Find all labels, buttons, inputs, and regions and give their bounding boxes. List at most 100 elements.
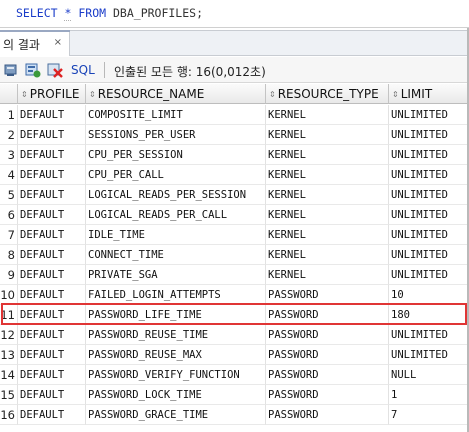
- table-row[interactable]: 4 DEFAULT CPU_PER_CALL KERNEL UNLIMITED: [0, 165, 469, 185]
- table-row[interactable]: 6 DEFAULT LOGICAL_READS_PER_CALL KERNEL UNLI…: [0, 205, 469, 225]
- cell-profile[interactable]: DEFAULT: [18, 285, 86, 305]
- cell-profile[interactable]: DEFAULT: [18, 325, 86, 345]
- cell-resource-name[interactable]: FAILED_LOGIN_ATTEMPTS: [86, 285, 266, 305]
- result-grid[interactable]: ⇕ PROFILE ⇕ RESOURCE_NAME ⇕ RESOURCE_TYPE ⇕…: [0, 84, 469, 432]
- table-row[interactable]: 3 DEFAULT CPU_PER_SESSION KERNEL UNLIMITED: [0, 145, 469, 165]
- table-row[interactable]: 16 DEFAULT PASSWORD_GRACE_TIME PASSWORD 7: [0, 405, 469, 425]
- row-number[interactable]: 1: [0, 105, 18, 125]
- cell-resource-type[interactable]: KERNEL: [266, 165, 389, 185]
- cell-resource-name[interactable]: LOGICAL_READS_PER_CALL: [86, 205, 266, 225]
- cell-resource-name[interactable]: CONNECT_TIME: [86, 245, 266, 265]
- column-header-resource-type[interactable]: ⇕ RESOURCE_TYPE: [266, 84, 389, 104]
- cell-resource-name[interactable]: PRIVATE_SGA: [86, 265, 266, 285]
- cell-resource-type[interactable]: KERNEL: [266, 145, 389, 165]
- sql-editor[interactable]: SELECT * FROM DBA_PROFILES;: [0, 0, 469, 28]
- cell-resource-type[interactable]: KERNEL: [266, 245, 389, 265]
- row-number[interactable]: 7: [0, 225, 18, 245]
- cell-profile[interactable]: DEFAULT: [18, 165, 86, 185]
- cell-resource-name[interactable]: COMPOSITE_LIMIT: [86, 105, 266, 125]
- cell-limit[interactable]: UNLIMITED: [389, 105, 469, 125]
- table-row[interactable]: 2 DEFAULT SESSIONS_PER_USER KERNEL UNLIMITED: [0, 125, 469, 145]
- row-number[interactable]: 14: [0, 365, 18, 385]
- cell-resource-name[interactable]: PASSWORD_GRACE_TIME: [86, 405, 266, 425]
- cell-limit[interactable]: UNLIMITED: [389, 345, 469, 365]
- close-icon[interactable]: ×: [54, 37, 62, 48]
- cell-profile[interactable]: DEFAULT: [18, 105, 86, 125]
- cell-limit[interactable]: UNLIMITED: [389, 145, 469, 165]
- row-number[interactable]: 5: [0, 185, 18, 205]
- row-number[interactable]: 8: [0, 245, 18, 265]
- cell-resource-type[interactable]: PASSWORD: [266, 325, 389, 345]
- cell-resource-type[interactable]: PASSWORD: [266, 385, 389, 405]
- cell-limit[interactable]: UNLIMITED: [389, 205, 469, 225]
- cell-limit[interactable]: NULL: [389, 365, 469, 385]
- sql-statement[interactable]: SELECT * FROM DBA_PROFILES;: [16, 6, 203, 21]
- table-row[interactable]: 7 DEFAULT IDLE_TIME KERNEL UNLIMITED: [0, 225, 469, 245]
- table-row[interactable]: 14 DEFAULT PASSWORD_VERIFY_FUNCTION PASSWOR…: [0, 365, 469, 385]
- cell-profile[interactable]: DEFAULT: [18, 245, 86, 265]
- table-row[interactable]: 15 DEFAULT PASSWORD_LOCK_TIME PASSWORD 1: [0, 385, 469, 405]
- row-number[interactable]: 6: [0, 205, 18, 225]
- cell-limit[interactable]: UNLIMITED: [389, 165, 469, 185]
- cell-resource-name[interactable]: SESSIONS_PER_USER: [86, 125, 266, 145]
- cell-resource-name[interactable]: PASSWORD_LOCK_TIME: [86, 385, 266, 405]
- table-row[interactable]: 13 DEFAULT PASSWORD_REUSE_MAX PASSWORD UNLIM…: [0, 345, 469, 365]
- sql-view-button[interactable]: SQL: [71, 63, 95, 77]
- cell-profile[interactable]: DEFAULT: [18, 185, 86, 205]
- cell-resource-name[interactable]: LOGICAL_READS_PER_SESSION: [86, 185, 266, 205]
- table-row[interactable]: 1 DEFAULT COMPOSITE_LIMIT KERNEL UNLIMITED: [0, 105, 469, 125]
- cell-resource-name[interactable]: IDLE_TIME: [86, 225, 266, 245]
- cell-resource-type[interactable]: PASSWORD: [266, 305, 389, 325]
- cell-limit[interactable]: 180: [389, 305, 469, 325]
- column-header-resource-name[interactable]: ⇕ RESOURCE_NAME: [86, 84, 266, 104]
- row-number[interactable]: 16: [0, 405, 18, 425]
- row-number[interactable]: 9: [0, 265, 18, 285]
- cell-resource-type[interactable]: PASSWORD: [266, 365, 389, 385]
- cell-resource-name[interactable]: CPU_PER_CALL: [86, 165, 266, 185]
- table-row[interactable]: 11 DEFAULT PASSWORD_LIFE_TIME PASSWORD 180: [0, 305, 469, 325]
- cell-resource-type[interactable]: KERNEL: [266, 225, 389, 245]
- cell-resource-type[interactable]: KERNEL: [266, 125, 389, 145]
- table-row[interactable]: 5 DEFAULT LOGICAL_READS_PER_SESSION KERNEL U…: [0, 185, 469, 205]
- row-number[interactable]: 15: [0, 385, 18, 405]
- cell-resource-type[interactable]: KERNEL: [266, 205, 389, 225]
- cell-profile[interactable]: DEFAULT: [18, 125, 86, 145]
- cell-resource-type[interactable]: KERNEL: [266, 185, 389, 205]
- row-number[interactable]: 2: [0, 125, 18, 145]
- cell-resource-type[interactable]: PASSWORD: [266, 345, 389, 365]
- cell-limit[interactable]: UNLIMITED: [389, 125, 469, 145]
- cell-profile[interactable]: DEFAULT: [18, 345, 86, 365]
- cell-resource-name[interactable]: PASSWORD_REUSE_TIME: [86, 325, 266, 345]
- table-row[interactable]: 10 DEFAULT FAILED_LOGIN_ATTEMPTS PASSWORD 10: [0, 285, 469, 305]
- row-number[interactable]: 10: [0, 285, 18, 305]
- cell-resource-type[interactable]: KERNEL: [266, 105, 389, 125]
- cell-profile[interactable]: DEFAULT: [18, 205, 86, 225]
- cell-resource-type[interactable]: KERNEL: [266, 265, 389, 285]
- cell-limit[interactable]: UNLIMITED: [389, 225, 469, 245]
- table-row[interactable]: 9 DEFAULT PRIVATE_SGA KERNEL UNLIMITED: [0, 265, 469, 285]
- row-number[interactable]: 13: [0, 345, 18, 365]
- cell-resource-type[interactable]: PASSWORD: [266, 285, 389, 305]
- cell-limit[interactable]: UNLIMITED: [389, 325, 469, 345]
- cell-resource-name[interactable]: PASSWORD_LIFE_TIME: [86, 305, 266, 325]
- column-header-profile[interactable]: ⇕ PROFILE: [18, 84, 86, 104]
- cell-resource-type[interactable]: PASSWORD: [266, 405, 389, 425]
- cell-limit[interactable]: 10: [389, 285, 469, 305]
- row-number[interactable]: 11: [0, 305, 18, 325]
- cell-limit[interactable]: 7: [389, 405, 469, 425]
- cell-resource-name[interactable]: PASSWORD_VERIFY_FUNCTION: [86, 365, 266, 385]
- cell-profile[interactable]: DEFAULT: [18, 305, 86, 325]
- row-number[interactable]: 4: [0, 165, 18, 185]
- cell-profile[interactable]: DEFAULT: [18, 265, 86, 285]
- cell-profile[interactable]: DEFAULT: [18, 145, 86, 165]
- cell-profile[interactable]: DEFAULT: [18, 385, 86, 405]
- cell-profile[interactable]: DEFAULT: [18, 365, 86, 385]
- pin-icon[interactable]: [3, 62, 19, 78]
- cell-limit[interactable]: UNLIMITED: [389, 245, 469, 265]
- delete-icon[interactable]: [47, 62, 63, 78]
- refresh-icon[interactable]: [25, 62, 41, 78]
- table-row[interactable]: 12 DEFAULT PASSWORD_REUSE_TIME PASSWORD UNLI…: [0, 325, 469, 345]
- cell-limit[interactable]: UNLIMITED: [389, 265, 469, 285]
- row-number[interactable]: 3: [0, 145, 18, 165]
- cell-resource-name[interactable]: PASSWORD_REUSE_MAX: [86, 345, 266, 365]
